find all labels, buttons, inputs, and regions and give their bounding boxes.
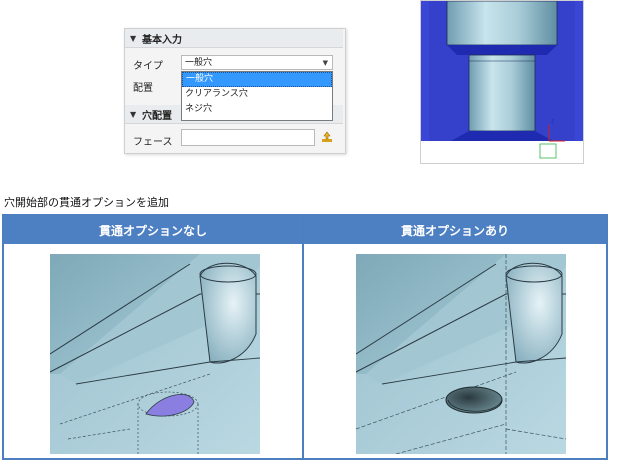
- column-header-without-option: 貫通オプションなし: [4, 216, 302, 244]
- hole-options-panel: ▼ 基本入力 タイプ 一般穴 ▼ 配置 一般穴 クリアランス穴 ネジ穴 ▼ 穴配…: [124, 28, 346, 154]
- render-with-through-option: [356, 254, 566, 454]
- basic-input-title: 基本入力: [142, 34, 182, 46]
- type-label: タイプ: [133, 61, 163, 72]
- column-divider: [302, 216, 304, 458]
- dropdown-option-general-hole[interactable]: 一般穴: [182, 72, 332, 87]
- dropdown-option-clearance-hole[interactable]: クリアランス穴: [182, 87, 332, 102]
- placement-label: 配置: [133, 83, 153, 94]
- section-caption: 穴開始部の貫通オプションを追加: [4, 196, 169, 209]
- chevron-down-icon[interactable]: ▼: [323, 56, 328, 71]
- collapse-triangle-icon[interactable]: ▼: [130, 110, 138, 119]
- hole-model-render: z: [421, 1, 583, 163]
- placement-section-title: 穴配置: [142, 110, 172, 122]
- type-select[interactable]: 一般穴 ▼: [181, 55, 333, 70]
- type-select-value: 一般穴: [185, 58, 213, 68]
- model-preview-viewport[interactable]: z: [420, 0, 584, 164]
- basic-input-section-header[interactable]: ▼ 基本入力: [125, 29, 343, 48]
- render-without-through-option: [50, 254, 260, 454]
- svg-text:z: z: [551, 118, 554, 125]
- comparison-table: 貫通オプションなし 貫通オプションあり: [2, 214, 608, 460]
- type-dropdown-list: 一般穴 クリアランス穴 ネジ穴: [181, 71, 333, 121]
- face-field[interactable]: [181, 129, 315, 146]
- dropdown-option-tapped-hole[interactable]: ネジ穴: [182, 102, 332, 117]
- column-header-with-option: 貫通オプションあり: [304, 216, 606, 244]
- pick-face-icon[interactable]: [321, 131, 333, 143]
- face-label: フェース: [133, 137, 173, 148]
- collapse-triangle-icon[interactable]: ▼: [130, 34, 138, 43]
